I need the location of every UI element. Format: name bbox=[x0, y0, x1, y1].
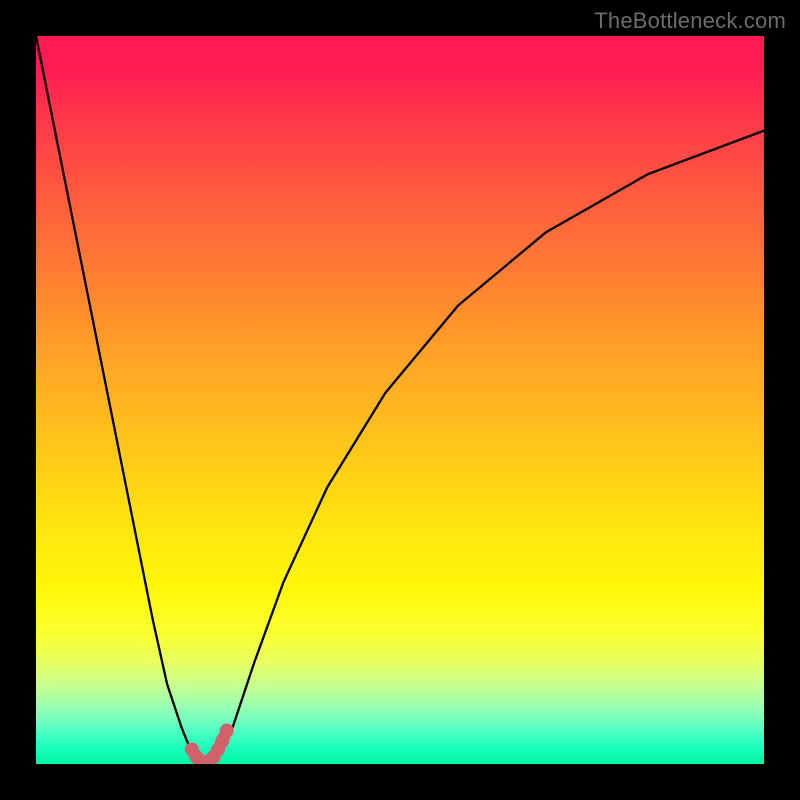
highlight-dot bbox=[220, 724, 234, 738]
curve-layer bbox=[36, 36, 764, 764]
chart-frame: TheBottleneck.com bbox=[0, 0, 800, 800]
watermark-text: TheBottleneck.com bbox=[594, 8, 786, 34]
bottom-highlight-dots bbox=[185, 724, 234, 764]
plot-area bbox=[36, 36, 764, 764]
bottleneck-curve bbox=[36, 36, 764, 763]
